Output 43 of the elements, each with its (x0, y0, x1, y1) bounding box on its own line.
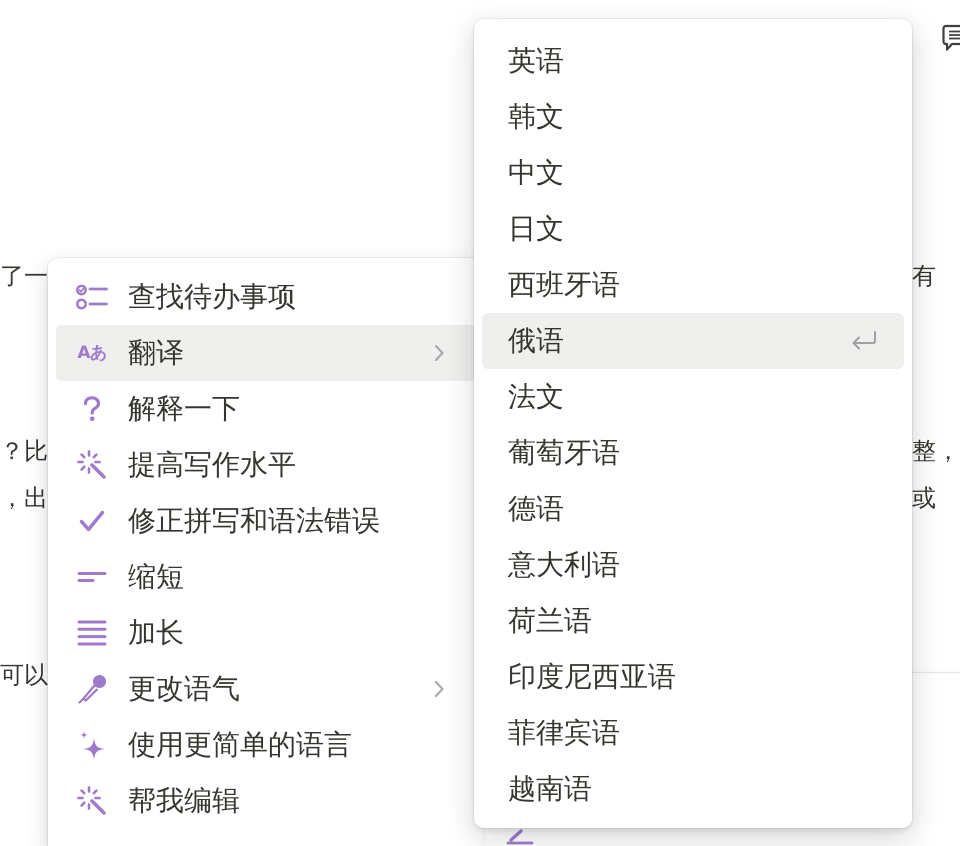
menu-item[interactable]: 提高写作水平 (56, 437, 478, 493)
menu-item[interactable]: 缩短 (56, 549, 478, 605)
checklist-icon (76, 284, 108, 310)
menu-item[interactable]: 菲律宾语 (482, 705, 904, 761)
menu-item[interactable]: 英语 (482, 33, 904, 89)
menu-item[interactable]: 葡萄牙语 (482, 425, 904, 481)
menu-item[interactable]: 更改语气 (56, 661, 478, 717)
magic-wand-icon (77, 450, 107, 480)
comment-icon[interactable] (942, 24, 960, 51)
document-text: ，出 (0, 482, 48, 512)
translate-icon: Aあ (77, 343, 107, 363)
document-text: 有 (912, 260, 936, 290)
checkmark-icon (79, 510, 105, 532)
document-text: 了一 (0, 260, 48, 290)
menu-item[interactable]: 帮我编辑 (56, 773, 478, 829)
document-text: ？比 (0, 436, 48, 466)
menu-item[interactable]: 查找待办事项 (56, 269, 478, 325)
short-lines-icon (77, 571, 107, 583)
question-mark-icon (82, 396, 102, 422)
document-text: 可以 (0, 660, 48, 690)
menu-item[interactable]: 意大利语 (482, 537, 904, 593)
menu-item[interactable]: 法文 (482, 369, 904, 425)
menu-item[interactable]: 中文 (482, 145, 904, 201)
menu-item[interactable]: 印度尼西亚语 (482, 649, 904, 705)
menu-item[interactable]: 荷兰语 (482, 593, 904, 649)
menu-item[interactable]: 修正拼写和语法错误 (56, 493, 478, 549)
menu-item[interactable]: 西班牙语 (482, 257, 904, 313)
menu-item[interactable]: 德语 (482, 481, 904, 537)
magic-wand-icon (77, 786, 107, 816)
microphone-icon (77, 674, 107, 704)
menu-item[interactable]: 加长 (56, 605, 478, 661)
return-key-icon (850, 330, 878, 352)
menu-item[interactable]: 日文 (482, 201, 904, 257)
menu-item[interactable]: 使用更简单的语言 (56, 717, 478, 773)
menu-item[interactable]: 解释一下 (56, 381, 478, 437)
menu-item[interactable]: 越南语 (482, 761, 904, 817)
sparkles-icon (78, 730, 106, 760)
menu-item[interactable]: 俄语 (482, 313, 904, 369)
document-text: 或 (912, 482, 936, 512)
pencil-icon (505, 829, 535, 845)
menu-item[interactable]: 韩文 (482, 89, 904, 145)
lines-icon (77, 620, 107, 646)
document-text: 整， (912, 436, 960, 466)
